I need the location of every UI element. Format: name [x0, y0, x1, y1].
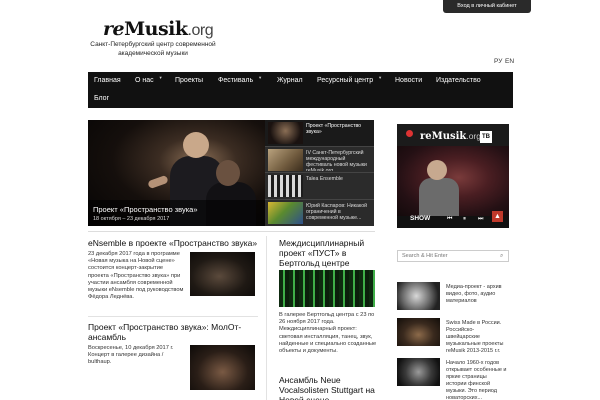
nav-label: Главная — [94, 77, 121, 84]
nav-item-projects[interactable]: Проекты — [175, 77, 203, 84]
nav-item-journal[interactable]: Журнал — [277, 77, 303, 84]
slider-thumbnails: Проект «Пространство звука» IV Санкт-Пет… — [265, 120, 374, 226]
nav-label: Журнал — [277, 77, 303, 84]
chevron-up-icon[interactable]: ▲ — [492, 211, 503, 222]
thumb-image — [268, 201, 303, 224]
article-image[interactable] — [279, 270, 375, 307]
article-title[interactable]: Междисциплинарный проект «ПУСТ» в Бертго… — [279, 238, 375, 268]
tv-logo-main: Musik — [431, 131, 467, 142]
chevron-down-icon: ▼ — [378, 75, 383, 80]
slide-title[interactable]: Проект «Пространство звука» — [93, 205, 198, 214]
video-figure-head — [427, 160, 447, 180]
next-icon[interactable]: ⏭ — [478, 216, 483, 223]
nav-label: Блог — [94, 95, 110, 102]
nav-label: Ресурсный центр — [317, 77, 374, 84]
thumb-title: Юрий Каспаров: Никакой ограничений в сов… — [306, 202, 367, 222]
chevron-down-icon: ▼ — [158, 75, 163, 80]
sidebar-item[interactable]: Swiss Made в России. Российско-швейцарск… — [397, 318, 509, 354]
article-excerpt: В галерее Бертгольд центра с 23 по 26 но… — [279, 312, 377, 355]
article-excerpt: Воскресенье, 10 декабря 2017 г. Концерт … — [88, 345, 174, 366]
thumb-title: Проект «Пространство звука» — [306, 123, 362, 136]
slider-thumb[interactable]: IV Санкт-Петербургский международный фес… — [265, 147, 374, 173]
article-title[interactable]: Проект «Пространство звука»: МолОт-ансам… — [88, 322, 258, 342]
sidebar-item-text: Начало 1960-х годов открывает особенные … — [446, 360, 507, 400]
tv-show-label[interactable]: SHOW — [410, 215, 430, 222]
nav-item-festival[interactable]: Фестиваль ▼ — [218, 75, 263, 84]
thumb-title: Talea Ensemble — [306, 176, 343, 182]
sidebar-image — [397, 282, 440, 310]
nav-label: О нас — [135, 77, 154, 84]
search-icon[interactable]: ⌕ — [500, 253, 503, 260]
tv-logo-re: re — [420, 131, 432, 142]
slider-thumb[interactable]: Talea Ensemble — [265, 173, 374, 200]
article-image[interactable] — [190, 252, 255, 296]
sidebar-item[interactable]: Медиа-проект - архив видео, фото, аудио … — [397, 282, 509, 312]
photo-figure-head — [216, 160, 240, 186]
pause-icon[interactable]: ⏸ — [463, 216, 466, 223]
site-tagline: Санкт-Петербургский центр современной ак… — [90, 41, 216, 57]
slider-thumb[interactable]: Юрий Каспаров: Никакой ограничений в сов… — [265, 200, 374, 227]
main-nav: Главная О нас ▼ Проекты Фестиваль ▼ Журнал… — [88, 72, 513, 108]
chevron-down-icon: ▼ — [258, 75, 263, 80]
sidebar-item-text: Swiss Made в России. Российско-швейцарск… — [446, 320, 504, 354]
nav-label: Издательство — [436, 77, 481, 84]
logo-org: .org — [187, 22, 214, 39]
article-image[interactable] — [190, 345, 255, 390]
search-input[interactable] — [397, 250, 509, 262]
article-divider — [88, 316, 258, 317]
volume-icon[interactable] — [406, 130, 413, 137]
login-button[interactable]: Вход в личный кабинет — [443, 0, 531, 13]
slide-date: 18 октября – 23 декабря 2017 — [93, 216, 170, 222]
video-figure — [419, 178, 459, 218]
logo-main: Musik — [124, 18, 188, 40]
site-logo[interactable]: reMusik.org — [103, 18, 214, 40]
sidebar-image — [397, 318, 440, 346]
slider-thumb[interactable]: Проект «Пространство звука» — [265, 120, 374, 147]
article-title[interactable]: Ансамбль Neue Vocalsolisten Stuttgart на… — [279, 375, 375, 400]
thumb-image — [268, 122, 303, 144]
nav-label: Фестиваль — [218, 77, 254, 84]
thumb-image — [268, 175, 303, 197]
tv-logo: reMusik.org — [420, 131, 481, 142]
article-title[interactable]: eNsemble в проекте «Пространство звука» — [88, 238, 263, 248]
photo-figure-head — [183, 132, 209, 158]
nav-item-news[interactable]: Новости — [395, 77, 422, 84]
nav-label: Новости — [395, 77, 423, 84]
lang-en-link[interactable]: EN — [505, 58, 514, 65]
thumb-title: IV Санкт-Петербургский международный фес… — [306, 149, 367, 171]
sidebar-image — [397, 358, 440, 386]
content-divider — [88, 231, 375, 232]
article-excerpt: 23 декабря 2017 года в программе «Новая … — [88, 251, 184, 301]
photo-figure-hand — [147, 174, 169, 190]
nav-item-blog[interactable]: Блог — [94, 95, 109, 102]
nav-item-resource-center[interactable]: Ресурсный центр ▼ — [317, 75, 383, 84]
nav-label: Проекты — [175, 77, 204, 84]
tv-badge: ТВ — [480, 131, 492, 143]
prev-icon[interactable]: ⏮ — [447, 216, 452, 223]
sidebar-item[interactable]: Начало 1960-х годов открывает особенные … — [397, 358, 509, 400]
nav-item-publishing[interactable]: Издательство — [436, 77, 481, 84]
logo-re: re — [103, 18, 125, 40]
sidebar-item-text: Медиа-проект - архив видео, фото, аудио … — [446, 284, 502, 304]
thumb-image — [268, 148, 303, 171]
tv-logo-org: .org — [466, 131, 481, 141]
column-divider — [266, 236, 267, 400]
nav-item-home[interactable]: Главная — [94, 77, 121, 84]
lang-ru-link[interactable]: РУ — [494, 58, 502, 65]
nav-item-about[interactable]: О нас ▼ — [135, 75, 163, 84]
